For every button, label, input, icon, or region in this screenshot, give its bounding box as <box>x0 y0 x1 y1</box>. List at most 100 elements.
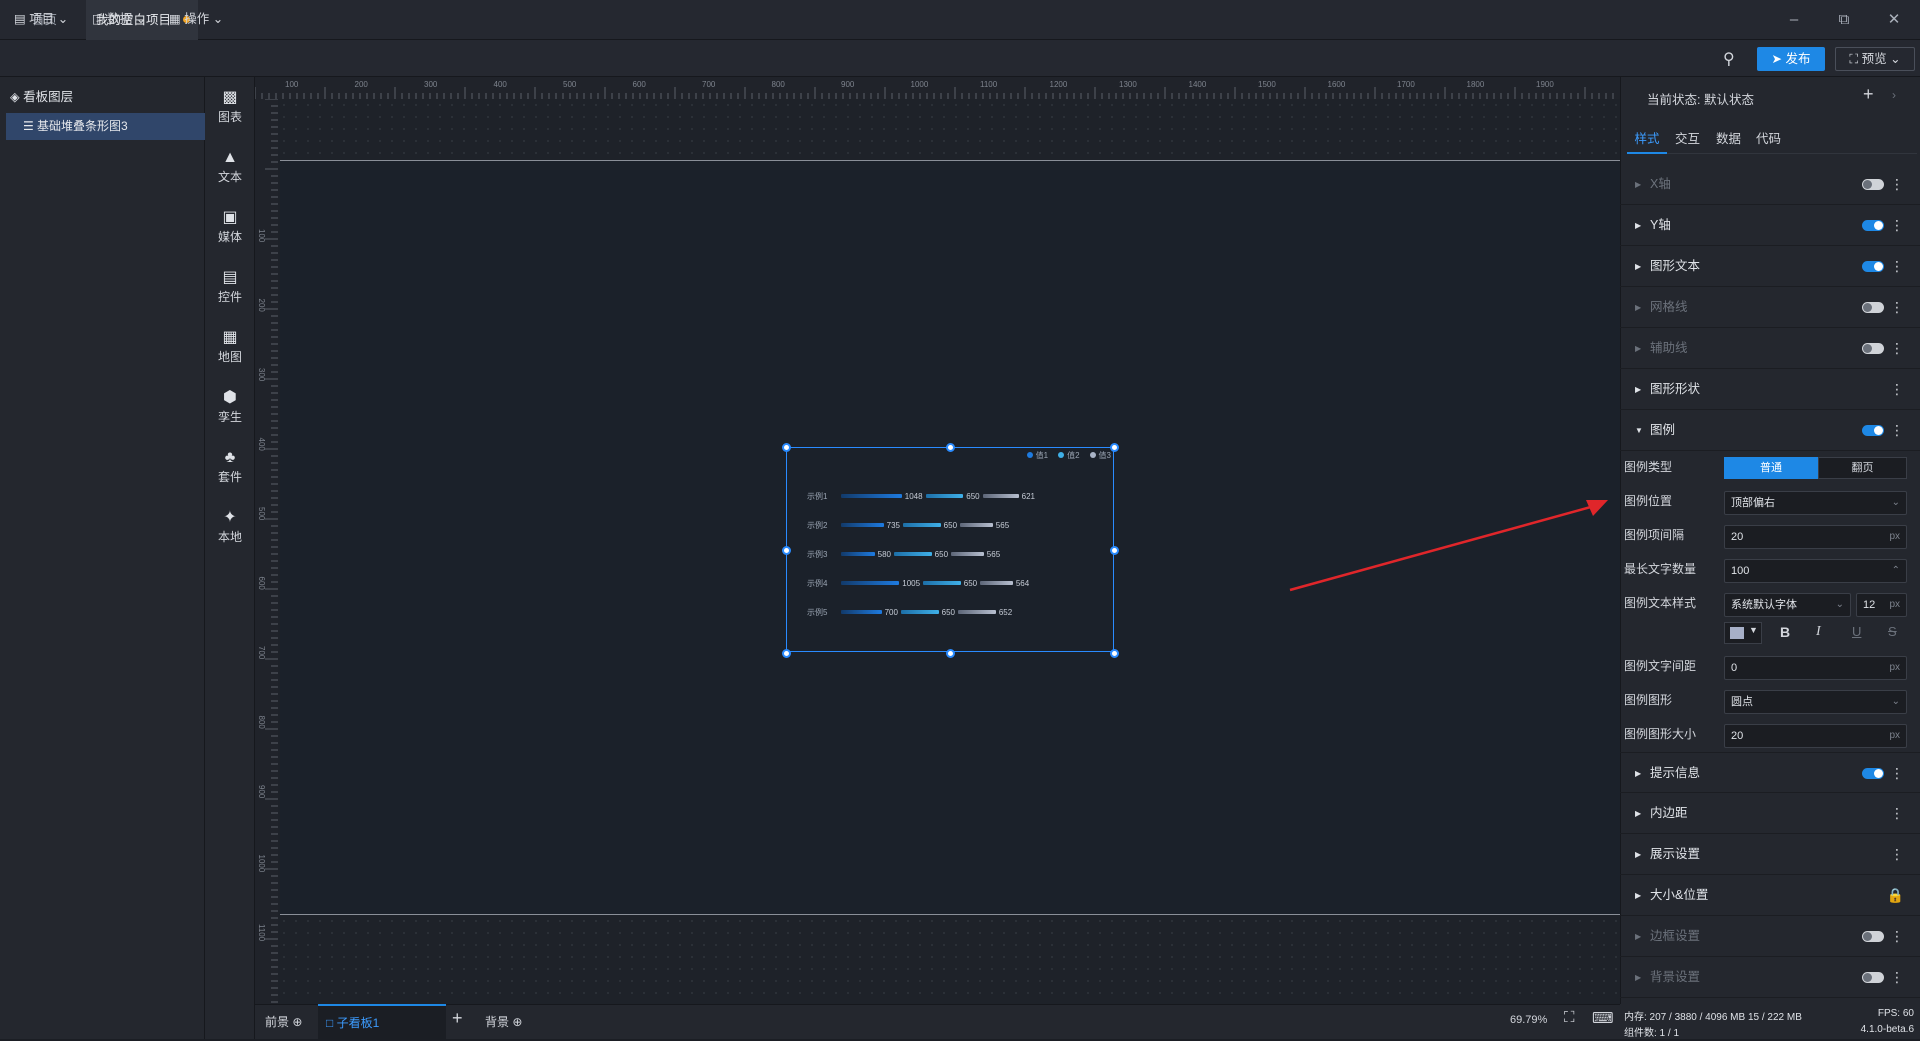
font-size-input[interactable]: 12 px <box>1856 593 1907 617</box>
restore-icon[interactable]: ⧉ <box>1822 0 1866 40</box>
more-icon[interactable]: ⋮ <box>1890 793 1904 834</box>
background-toggle[interactable] <box>1862 972 1884 983</box>
legend-text-gap-input[interactable]: 0 px <box>1724 656 1907 680</box>
underline-icon[interactable]: U <box>1852 624 1861 639</box>
more-icon[interactable]: ⋮ <box>1890 246 1904 287</box>
resize-handle[interactable] <box>782 546 791 555</box>
menu-project[interactable]: ▤ 项目 ⌄ <box>8 8 74 30</box>
resize-handle[interactable] <box>1110 649 1119 658</box>
tab-code[interactable]: 代码 <box>1756 128 1781 147</box>
max-text-input[interactable]: 100 ⌃ <box>1724 559 1907 583</box>
fit-screen-icon[interactable]: ⛶ <box>1564 1009 1575 1026</box>
more-icon[interactable]: ⋮ <box>1890 369 1904 410</box>
stepper-up-icon[interactable]: ⌃ <box>1892 560 1900 582</box>
bar-value: 650 <box>941 607 955 617</box>
xaxis-toggle[interactable] <box>1862 179 1884 190</box>
resize-handle[interactable] <box>782 443 791 452</box>
section-tooltip[interactable]: ▶ 提示信息 ⋮ <box>1620 752 1920 793</box>
layer-item[interactable]: ☰ 基础堆叠条形图3 <box>6 113 205 140</box>
section-background[interactable]: ▶ 背景设置 ⋮ <box>1620 957 1920 998</box>
close-icon[interactable]: ✕ <box>1872 0 1916 40</box>
ruler-label: 200 <box>257 299 266 313</box>
add-board-icon[interactable]: + <box>452 1008 463 1029</box>
keyboard-icon[interactable]: ⌨ <box>1592 1009 1614 1027</box>
tool-twin[interactable]: ⬢ 孪生 <box>205 388 255 425</box>
legend-position-select[interactable]: 顶部偏右 ⌄ <box>1724 491 1907 515</box>
more-icon[interactable]: ⋮ <box>1890 328 1904 369</box>
tab-data[interactable]: 数据 <box>1716 128 1741 147</box>
tooltip-toggle[interactable] <box>1862 768 1884 779</box>
preview-button[interactable]: ⛶ 预览 ⌄ <box>1835 47 1915 71</box>
background-tab[interactable]: 背景 ⊕ <box>485 1013 522 1030</box>
resize-handle[interactable] <box>946 443 955 452</box>
lock-icon[interactable]: 🔒 <box>1887 875 1904 916</box>
section-size-position[interactable]: ▶ 大小&位置 🔒 <box>1620 875 1920 916</box>
yaxis-toggle[interactable] <box>1862 220 1884 231</box>
more-icon[interactable]: ⋮ <box>1890 287 1904 328</box>
stacked-bar-chart-widget[interactable]: 值1 值2 值3 示例1 1048 650 621 示例2 735 650 565 示例3 580 65… <box>786 447 1114 652</box>
section-xaxis[interactable]: ▶ X轴 ⋮ <box>1620 164 1920 205</box>
font-family-select[interactable]: 系统默认字体 ⌄ <box>1724 593 1851 617</box>
more-icon[interactable]: ⋮ <box>1890 834 1904 875</box>
resize-handle[interactable] <box>946 649 955 658</box>
tool-map[interactable]: ▦ 地图 <box>205 328 255 365</box>
px-unit: px <box>1889 531 1900 542</box>
section-shape-text[interactable]: ▶ 图形文本 ⋮ <box>1620 246 1920 287</box>
section-padding[interactable]: ▶ 内边距 ⋮ <box>1620 793 1920 834</box>
section-yaxis[interactable]: ▶ Y轴 ⋮ <box>1620 205 1920 246</box>
state-value[interactable]: 默认状态 <box>1704 93 1754 107</box>
more-icon[interactable]: ⋮ <box>1890 205 1904 246</box>
zoom-level[interactable]: 69.79% <box>1510 1014 1547 1026</box>
section-aux[interactable]: ▶ 辅助线 ⋮ <box>1620 328 1920 369</box>
tab-style[interactable]: 样式 <box>1627 128 1667 154</box>
tool-chart[interactable]: ▩ 图表 <box>205 88 255 125</box>
strikethrough-icon[interactable]: S <box>1888 624 1897 639</box>
bold-icon[interactable]: B <box>1780 624 1790 640</box>
tool-media[interactable]: ▣ 媒体 <box>205 208 255 245</box>
section-grid[interactable]: ▶ 网格线 ⋮ <box>1620 287 1920 328</box>
legend-shape-size-input[interactable]: 20 px <box>1724 724 1907 748</box>
section-display[interactable]: ▶ 展示设置 ⋮ <box>1620 834 1920 875</box>
more-icon[interactable]: ⋮ <box>1890 916 1904 957</box>
legend-type-normal[interactable]: 普通 <box>1724 457 1818 479</box>
legend-shape-select[interactable]: 圆点 ⌄ <box>1724 690 1907 714</box>
resize-handle[interactable] <box>782 649 791 658</box>
tool-control[interactable]: ▤ 控件 <box>205 268 255 305</box>
publish-button[interactable]: ➤ 发布 <box>1757 47 1825 71</box>
preview-label: 预览 <box>1861 52 1887 66</box>
add-state-icon[interactable]: + <box>1863 84 1874 105</box>
legend-toggle[interactable] <box>1862 425 1884 436</box>
bar-segment <box>923 581 961 585</box>
tool-local[interactable]: ✦ 本地 <box>205 508 255 545</box>
menu-data[interactable]: ◫ 数据 ⌄ <box>86 8 152 30</box>
menu-operate[interactable]: ▦ 操作 ⌄ <box>163 8 229 30</box>
border-toggle[interactable] <box>1862 931 1884 942</box>
legend-type-paging[interactable]: 翻页 <box>1818 457 1907 479</box>
search-icon[interactable]: ⚲ <box>1723 49 1735 69</box>
more-icon[interactable]: ⋮ <box>1890 753 1904 794</box>
component-count: 组件数: 1 / 1 <box>1624 1028 1680 1039</box>
chevron-right-icon[interactable]: › <box>1892 88 1896 102</box>
bar-value: 565 <box>986 549 1001 559</box>
board-tab[interactable]: □ 子看板1 <box>318 1004 446 1039</box>
minimize-icon[interactable]: – <box>1772 0 1816 40</box>
aux-toggle[interactable] <box>1862 343 1884 354</box>
fps-stats: FPS: 60 <box>1877 1008 1914 1019</box>
more-icon[interactable]: ⋮ <box>1890 957 1904 998</box>
section-border[interactable]: ▶ 边框设置 ⋮ <box>1620 916 1920 957</box>
text-color-picker[interactable]: ▼ <box>1724 622 1762 644</box>
resize-handle[interactable] <box>1110 443 1119 452</box>
italic-icon[interactable]: I <box>1816 624 1821 640</box>
grid-toggle[interactable] <box>1862 302 1884 313</box>
more-icon[interactable]: ⋮ <box>1890 164 1904 205</box>
section-shape[interactable]: ▶ 图形形状 ⋮ <box>1620 369 1920 410</box>
section-legend[interactable]: ▼ 图例 ⋮ <box>1620 410 1920 451</box>
foreground-tab[interactable]: 前景 ⊕ <box>265 1013 302 1030</box>
tab-interaction[interactable]: 交互 <box>1675 128 1700 147</box>
tool-kit[interactable]: ♣ 套件 <box>205 448 255 485</box>
tool-text[interactable]: ▲ 文本 <box>205 148 255 185</box>
more-icon[interactable]: ⋮ <box>1890 410 1904 451</box>
shape-text-toggle[interactable] <box>1862 261 1884 272</box>
legend-gap-input[interactable]: 20 px <box>1724 525 1907 549</box>
resize-handle[interactable] <box>1110 546 1119 555</box>
